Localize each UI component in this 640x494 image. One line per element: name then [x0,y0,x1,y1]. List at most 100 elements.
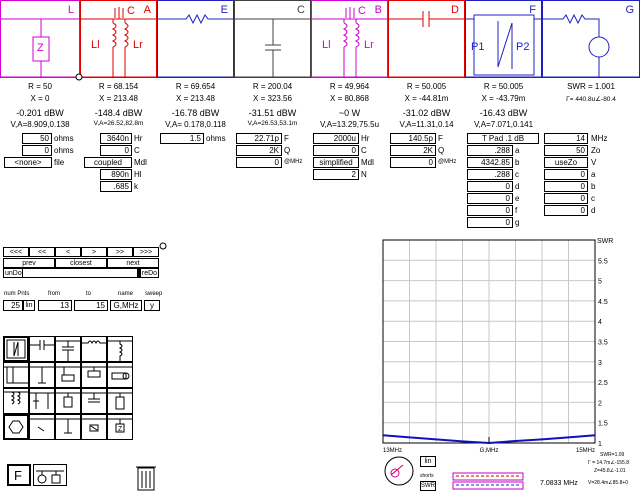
palette-impedance-icon[interactable]: Z [107,414,133,440]
load-icon [543,13,640,78]
palette-shunt-line-icon[interactable] [81,362,107,388]
c-f-field[interactable]: 22.71p [236,133,282,144]
from-field[interactable]: 13 [38,300,72,311]
f-f-field[interactable]: 0 [467,205,513,216]
g-b-field[interactable]: 0 [544,181,588,192]
d-f-field[interactable]: 140.5p [390,133,436,144]
f-b-field[interactable]: 4342.85 [467,157,513,168]
e-ohms-field[interactable]: 1.5 [160,133,204,144]
f-title-field[interactable]: T Pad .1 dB [467,133,539,144]
smith-lin-toggle[interactable]: lin [420,456,436,467]
g-zo-field[interactable]: 50 [544,145,588,156]
undo-button[interactable]: unDo [3,268,23,278]
palette-switch-icon[interactable] [29,414,55,440]
z-label: Z [37,42,44,54]
palette-file-icon[interactable]: F [7,464,31,486]
g-d-field[interactable]: 0 [544,205,588,216]
block-B[interactable]: B C Ll Lr [311,0,389,78]
a-hl-label: Hl [134,170,142,179]
b-mdl-field[interactable]: simplified [313,157,359,168]
g-mhz-field[interactable]: 14 [544,133,588,144]
a-c-label: C [134,146,140,155]
g-a-label: a [591,170,596,179]
l-file-field[interactable]: <none> [4,157,52,168]
palette-balun-icon[interactable] [107,362,133,388]
palette-pi-icon[interactable] [29,388,55,414]
ll-label: Ll [91,39,100,51]
palette-series-cap-icon[interactable] [29,336,55,362]
a-k-field[interactable]: .685 [100,181,132,192]
block-C[interactable]: C [234,0,312,78]
nav-fast-forward-button[interactable]: >> [107,247,133,257]
palette-load-source-icon[interactable] [33,464,67,486]
palette-coupled-ind-icon[interactable] [3,388,29,414]
f-c-field[interactable]: .288 [467,169,513,180]
palette-resonator-icon[interactable] [55,388,81,414]
prev-button[interactable]: prev [3,258,55,268]
palette-network-icon[interactable] [3,414,29,440]
smith-chart-icon[interactable] [383,455,415,487]
y-tick-label: 3.5 [598,340,608,347]
a-hl-field[interactable]: 890n [100,169,132,180]
palette-transformer-icon[interactable] [81,414,107,440]
palette-stub-cap-icon[interactable] [81,388,107,414]
d-q-field[interactable]: 2K [390,145,436,156]
redo-button[interactable]: reDo [140,268,159,278]
palette-ground-icon[interactable] [55,414,81,440]
lin-toggle[interactable]: lin [23,300,35,311]
nav-forward-button[interactable]: > [81,247,107,257]
g-v-field[interactable]: useZo [544,157,588,168]
nav-first-button[interactable]: <<< [3,247,29,257]
sweep-y-toggle[interactable]: y [144,300,160,311]
palette-shunt-ind-icon[interactable] [107,336,133,362]
palette-stub-icon[interactable] [29,362,55,388]
block-L[interactable]: L Z [0,0,81,78]
palette-two-port-icon[interactable] [3,336,29,362]
num-pnts-field[interactable]: 25 [3,300,23,311]
x-tick-label: 15MHz [576,448,595,454]
swr-point [594,434,596,437]
palette-line-icon[interactable] [3,362,29,388]
c-at-field[interactable]: 0 [236,157,282,168]
nav-last-button[interactable]: >>> [133,247,159,257]
a-hr-field[interactable]: 3640n [100,133,132,144]
l-x-field[interactable]: 0 [22,145,52,156]
nav-fast-back-button[interactable]: << [29,247,55,257]
to-field[interactable]: 15 [74,300,108,311]
b-c-field[interactable]: 0 [313,145,359,156]
g-c-field[interactable]: 0 [544,193,588,204]
g-zo-label: Zo [591,146,601,155]
g-a-field[interactable]: 0 [544,169,588,180]
palette-shunt-res-icon[interactable] [107,388,133,414]
name-field[interactable]: G,MHz [110,300,142,311]
block-F[interactable]: F P1 P2 [465,0,543,78]
palette-series-ind-icon[interactable] [81,336,107,362]
l-ohms-field[interactable]: 50 [22,133,52,144]
legend-swr[interactable]: SWR [420,481,436,491]
block-E[interactable]: E [157,0,235,78]
swr-chart[interactable]: 1 1.5 2 2.5 3 3.5 4 4.5 5 5.5 SWR 13MHz G,MHz 15MHz [370,235,640,460]
f-g-field[interactable]: 0 [467,217,513,228]
closest-button[interactable]: closest [55,258,107,268]
a-mdl-field[interactable]: coupled [84,157,132,168]
b-hr-field[interactable]: 2000u [313,133,359,144]
c-q-field[interactable]: 2K [236,145,282,156]
lr2-label: Lr [364,39,374,51]
c-label: C [127,5,135,17]
f-a-field[interactable]: .288 [467,145,513,156]
block-G[interactable]: G [542,0,640,78]
block-A[interactable]: A C Ll Lr [80,0,158,78]
f-e-field[interactable]: 0 [467,193,513,204]
undo-redo-slider[interactable] [23,268,139,278]
block-D[interactable]: D [388,0,466,78]
next-button[interactable]: next [107,258,159,268]
palette-coax-icon[interactable] [55,362,81,388]
a-c-field[interactable]: 0 [100,145,132,156]
f-d-field[interactable]: 0 [467,181,513,192]
nav-back-button[interactable]: < [55,247,81,257]
a-mdl-label: Mdl [134,158,147,167]
d-at-field[interactable]: 0 [390,157,436,168]
palette-shunt-cap-icon[interactable] [55,336,81,362]
trash-icon[interactable] [134,462,158,492]
b-n-field[interactable]: 2 [313,169,359,180]
